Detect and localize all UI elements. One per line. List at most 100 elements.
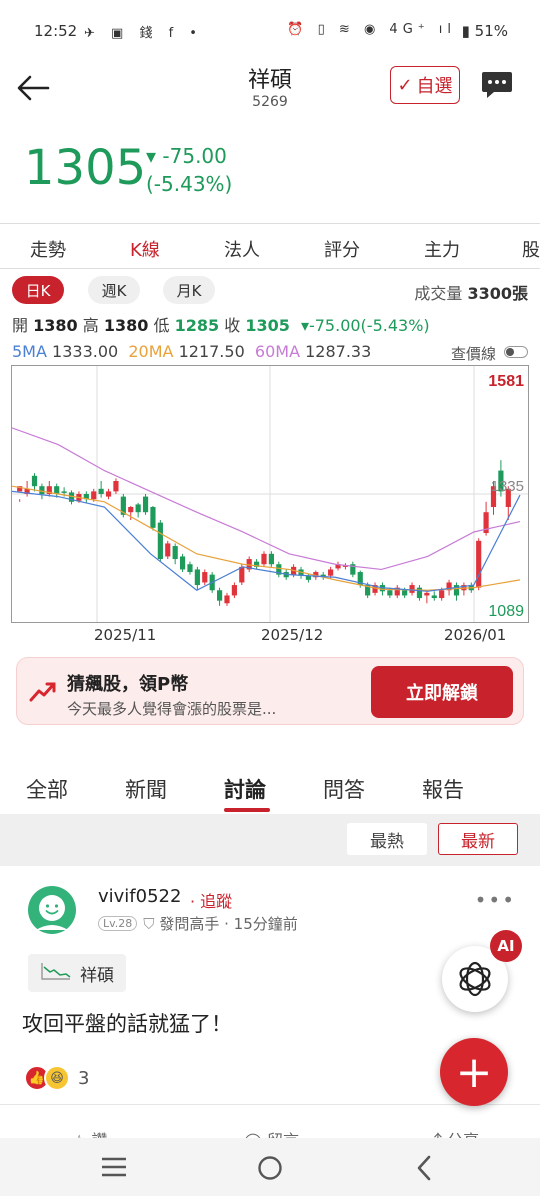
sort-hot-button[interactable]: 最熱 [347,823,427,855]
unlock-button[interactable]: 立即解鎖 [371,666,513,718]
daily-k-button[interactable]: 日K [12,276,64,304]
y-min-label: 1089 [488,603,524,620]
ma5-label: 5MA [12,342,47,361]
candle-body [431,595,437,599]
check-icon: ✓ [397,74,413,96]
open-value: 1380 [33,316,78,335]
candle-body [113,480,119,492]
avatar[interactable] [28,886,76,934]
candle-body [128,507,134,513]
tab-major[interactable]: 主力 [424,236,460,262]
ma20-line [11,485,521,591]
candle-body [224,595,230,604]
recent-apps-icon[interactable] [100,1156,128,1182]
ohlc-change: ▾-75.00(-5.43%) [300,316,430,335]
ma5-value: 1333.00 [52,342,119,361]
ma60-value: 1287.33 [305,342,372,361]
x-label: 2025/12 [261,626,324,644]
chat-icon[interactable] [480,70,514,100]
ma20-label: 20MA [128,342,174,361]
add-watchlist-button[interactable]: ✓ 自選 [390,66,460,104]
price-line-toggle[interactable] [504,346,528,358]
ai-knot-icon [459,961,491,997]
ai-badge: AI [490,930,522,962]
back-arrow-icon[interactable] [14,68,54,108]
kline-svg: 1581 1335 1089 [11,366,528,622]
ma5-line [11,490,521,592]
trend-up-icon [29,680,57,708]
tab-rating[interactable]: 評分 [324,236,360,262]
candle-body [142,496,149,513]
price-change: ▾ -75.00 (-5.43%) [146,142,232,198]
sort-bar: 最熱 最新 [0,814,540,866]
reactions[interactable]: 👍 😆 3 [24,1064,89,1092]
candle-body [54,486,60,494]
notification-icons: ✈ ▣ 錢 f • [84,26,203,41]
content-tabs: 全部 新聞 討論 問答 報告 [0,770,540,814]
candle-body [231,585,237,596]
ohlc-row: 開 1380 高 1380 低 1285 收 1305 ▾-75.00(-5.4… [12,312,430,336]
post-meta: Lv.28 ⛉ 發問高手 · 15分鐘前 [98,913,298,934]
ma60-label: 60MA [254,342,301,361]
ma20-value: 1217.50 [178,342,245,361]
tab-news[interactable]: 新聞 [125,774,167,804]
volume-info: 成交量 3300張 [414,280,528,304]
change-value: ▾ -75.00 [146,144,227,168]
home-icon[interactable] [256,1154,284,1186]
tab-reports[interactable]: 報告 [422,774,464,804]
tab-kline[interactable]: K線 [130,236,160,262]
plus-icon: + [455,1046,493,1098]
stock-tag[interactable]: 祥碩 [28,954,126,992]
open-label: 開 [12,316,29,335]
sort-new-button[interactable]: 最新 [438,823,518,855]
last-price-label: 1335 [491,478,524,495]
back-nav-icon[interactable] [414,1154,434,1186]
candle-body [39,486,45,494]
tab-all[interactable]: 全部 [26,774,68,804]
volume-label: 成交量 [414,284,463,303]
battery-level: ▮ 51% [461,22,508,40]
candle-body [409,585,415,593]
more-options-icon[interactable]: ••• [475,888,516,912]
system-nav-bar [0,1138,540,1196]
username[interactable]: vivif0522 [98,886,181,907]
battery-percent: 51% [474,22,508,40]
candle-body [261,553,267,565]
x-label: 2025/11 [94,626,157,644]
candle-body [31,475,38,487]
x-label: 2026/01 [444,626,507,644]
promo-banner[interactable]: 猜飆股，領P幣 今天最多人覺得會漲的股票是... 立即解鎖 [16,657,524,725]
follow-label: 追蹤 [200,892,233,911]
candle-body [172,546,178,560]
tab-trend[interactable]: 走勢 [30,236,66,262]
candle-body [187,564,193,573]
close-value: 1305 [245,316,290,335]
watch-label: 自選 [416,76,453,97]
tab-more[interactable]: 股 [522,236,540,262]
kline-chart[interactable]: 1581 1335 1089 [11,365,529,623]
candle-body [135,504,141,513]
candle-body [105,491,112,497]
banner-subtitle: 今天最多人覺得會漲的股票是... [67,700,277,718]
candle-body [150,507,156,528]
close-label: 收 [224,316,241,335]
tab-qa[interactable]: 問答 [323,774,365,804]
divider [0,268,540,269]
candle-body [387,590,393,596]
monthly-k-button[interactable]: 月K [163,276,215,304]
candle-body [61,491,67,493]
candle-body [476,540,482,588]
reaction-count: 3 [78,1067,90,1089]
volume-value: 3300張 [467,284,528,303]
kline-period-selector: 日K 週K 月K 成交量 3300張 [0,274,540,308]
candle-body [179,556,186,570]
new-post-button[interactable]: + [440,1038,508,1106]
candle-body [424,592,430,596]
current-price: 1305 [24,140,147,196]
tab-discussion[interactable]: 討論 [224,774,266,804]
tab-institutional[interactable]: 法人 [224,236,260,262]
weekly-k-button[interactable]: 週K [88,276,140,304]
follow-button[interactable]: · 追蹤 [190,888,232,912]
candle-body [402,590,408,596]
system-icons: ⏰ ▯ ≋ ◉ 4G⁺ ıl [287,22,456,37]
